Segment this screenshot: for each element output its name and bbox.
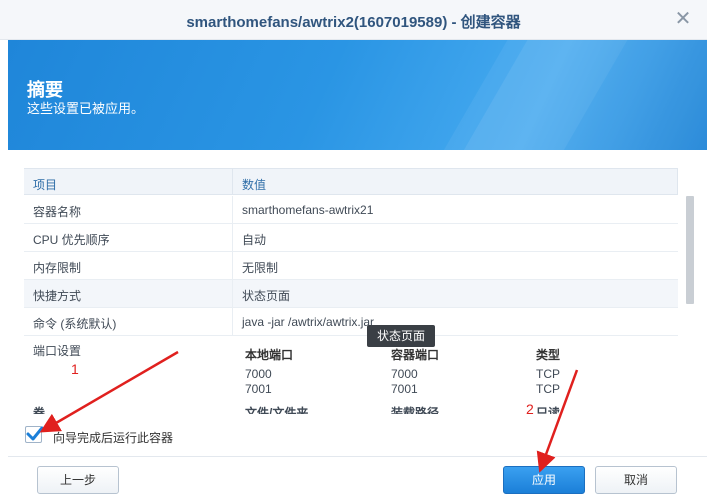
run-after-wizard-label[interactable]: 向导完成后运行此容器 xyxy=(53,429,173,446)
grid-header: 项目 数值 xyxy=(24,168,678,195)
row-key: 端口设置 xyxy=(33,344,82,358)
column-divider xyxy=(232,196,233,223)
summary-grid: 项目 数值 容器名称 smarthomefans-awtrix21 CPU 优先… xyxy=(24,168,695,414)
table-row: 容器名称 smarthomefans-awtrix21 xyxy=(24,196,678,224)
previous-button[interactable]: 上一步 xyxy=(37,466,119,494)
table-row: 命令 (系统默认) java -jar /awtrix/awtrix.jar xyxy=(24,308,678,336)
column-header-value[interactable]: 数值 xyxy=(242,176,266,193)
row-key: 容器名称 xyxy=(33,205,82,219)
apply-button[interactable]: 应用 xyxy=(503,466,585,494)
window-titlebar: smarthomefans/awtrix2(1607019589) - 创建容器… xyxy=(0,0,707,40)
annotation-marker-2: 2 xyxy=(526,401,534,417)
port-header-container: 容器端口 xyxy=(391,348,440,362)
run-after-wizard-checkbox[interactable] xyxy=(25,426,44,443)
row-value: java -jar /awtrix/awtrix.jar xyxy=(242,315,375,329)
footer-divider xyxy=(8,456,707,457)
checkmark-icon xyxy=(26,426,44,441)
table-row: 快捷方式 状态页面 xyxy=(24,280,678,308)
column-divider xyxy=(232,280,233,307)
grid-scrollbar[interactable] xyxy=(686,196,694,304)
port-cell: TCP xyxy=(536,367,560,381)
row-key: 快捷方式 xyxy=(33,289,82,303)
port-header-type: 类型 xyxy=(536,348,561,362)
column-divider xyxy=(232,224,233,251)
column-divider xyxy=(677,169,678,195)
volume-row-key: 卷 xyxy=(33,406,46,414)
port-cell: 7000 xyxy=(245,367,272,381)
port-cell: 7000 xyxy=(391,367,418,381)
row-value: 自动 xyxy=(242,233,267,247)
column-divider xyxy=(232,308,233,335)
table-row: 内存限制 无限制 xyxy=(24,252,678,280)
summary-banner: 摘要 这些设置已被应用。 xyxy=(8,40,707,150)
row-key: 内存限制 xyxy=(33,261,82,275)
tooltip: 状态页面 xyxy=(367,325,435,347)
row-key: CPU 优先顺序 xyxy=(33,233,110,247)
port-header-local: 本地端口 xyxy=(245,348,294,362)
row-value: 无限制 xyxy=(242,261,279,275)
port-cell: 7001 xyxy=(245,382,272,396)
table-row: CPU 优先顺序 自动 xyxy=(24,224,678,252)
port-cell: TCP xyxy=(536,382,560,396)
row-value: 状态页面 xyxy=(242,289,291,303)
port-cell: 7001 xyxy=(391,382,418,396)
row-value: smarthomefans-awtrix21 xyxy=(242,203,374,217)
window-title: smarthomefans/awtrix2(1607019589) - 创建容器 xyxy=(186,14,521,31)
column-divider xyxy=(232,169,233,195)
column-divider xyxy=(232,252,233,279)
volume-header-mount: 装载路径 xyxy=(391,406,440,414)
volume-header-readonly: 只读 xyxy=(536,406,561,414)
row-key: 命令 (系统默认) xyxy=(33,317,117,331)
cancel-button[interactable]: 取消 xyxy=(595,466,677,494)
annotation-marker-1: 1 xyxy=(71,361,79,377)
close-icon[interactable]: ✕ xyxy=(673,9,693,29)
volume-header-file: 文件/文件夹 xyxy=(245,406,309,414)
column-header-item[interactable]: 项目 xyxy=(33,176,57,193)
banner-subheading: 这些设置已被应用。 xyxy=(27,101,145,116)
